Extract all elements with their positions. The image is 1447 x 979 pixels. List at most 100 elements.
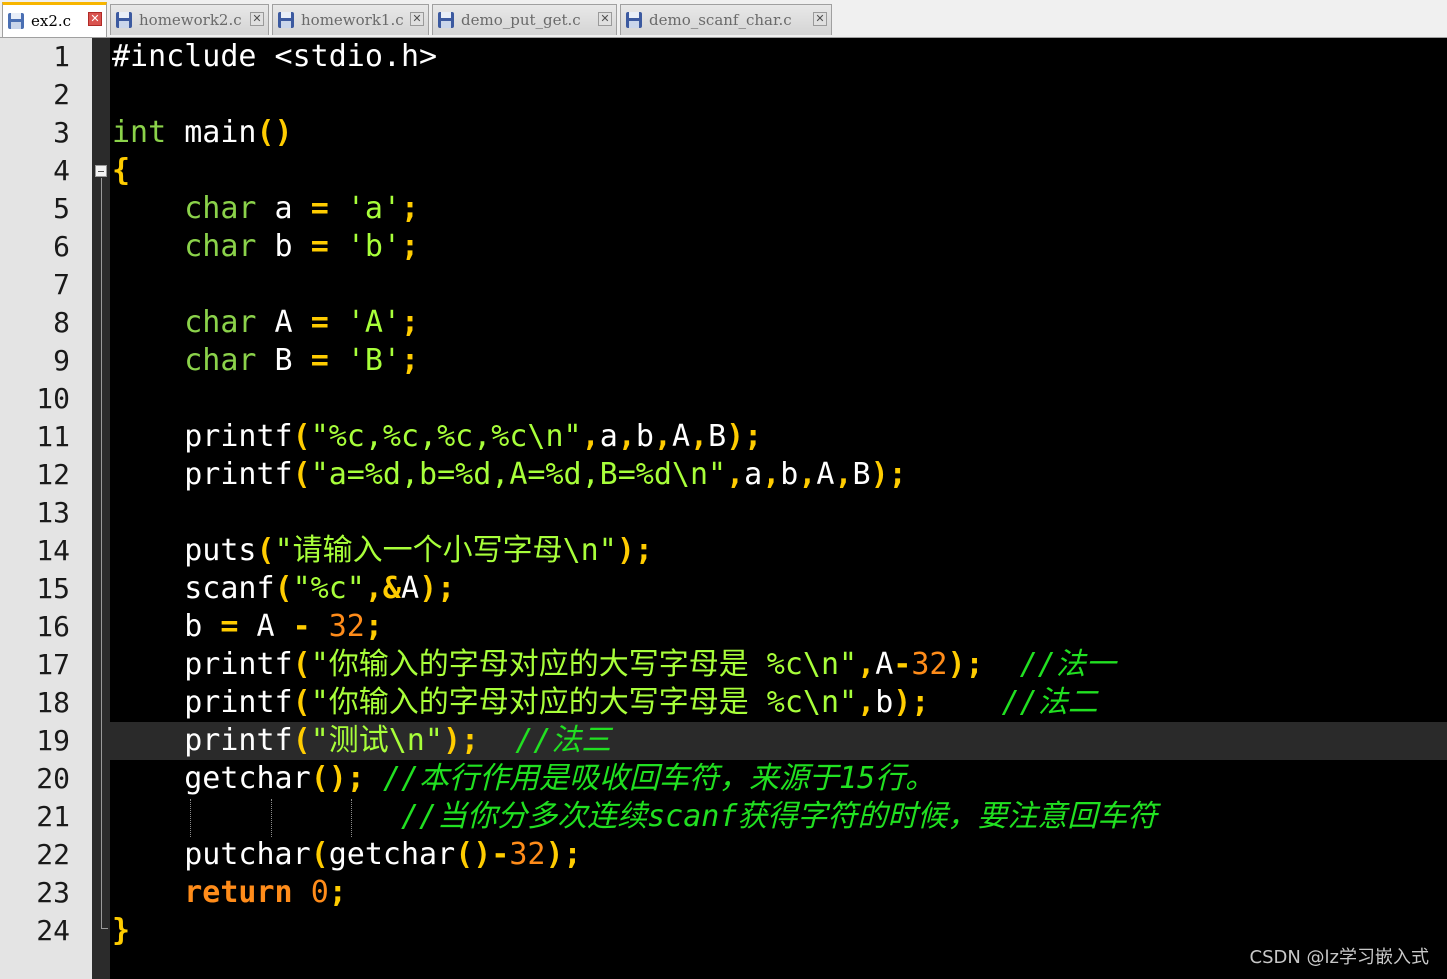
- code-line[interactable]: putchar(getchar()-32);: [112, 836, 581, 874]
- code-token-plain: a: [256, 191, 311, 226]
- fold-range-end: [101, 928, 108, 929]
- close-icon[interactable]: ✕: [250, 12, 264, 26]
- code-token-op: =: [220, 609, 239, 644]
- code-line[interactable]: printf("%c,%c,%c,%c\n",a,b,A,B);: [112, 418, 762, 456]
- code-token-str: 'B': [346, 343, 401, 378]
- code-token-num: 32: [328, 609, 365, 644]
- line-number: 22: [36, 838, 70, 871]
- code-token-str: "你输入的字母对应的大写字母是 %c\n": [310, 685, 858, 720]
- code-token-op: ();: [310, 761, 365, 796]
- code-token-op: );: [870, 457, 907, 492]
- tab-label: homework1.c: [301, 11, 404, 29]
- code-token-op: ,: [857, 685, 876, 720]
- close-icon[interactable]: ✕: [410, 12, 424, 26]
- code-token-type: char: [184, 191, 257, 226]
- code-token-op: =: [310, 191, 329, 226]
- code-line[interactable]: getchar(); //本行作用是吸收回车符，来源于15行。: [112, 760, 935, 798]
- code-line[interactable]: scanf("%c",&A);: [112, 570, 455, 608]
- code-token-op: ;: [401, 229, 420, 264]
- code-token-num: 32: [509, 837, 546, 872]
- close-icon[interactable]: ✕: [813, 12, 827, 26]
- code-token-plain: getchar: [112, 761, 311, 796]
- code-token-plain: A: [875, 647, 894, 682]
- code-line[interactable]: printf("a=%d,b=%d,A=%d,B=%d\n",a,b,A,B);: [112, 456, 907, 494]
- code-token-op: (: [292, 723, 311, 758]
- line-number: 2: [53, 78, 70, 111]
- code-token-op: );: [442, 723, 480, 758]
- code-editor[interactable]: #include <stdio.h> int main(){ char a = '…: [110, 38, 1447, 979]
- code-token-op: ,: [690, 419, 709, 454]
- code-line[interactable]: printf("你输入的字母对应的大写字母是 %c\n",b); //法二: [112, 684, 1098, 722]
- code-token-op: );: [726, 419, 763, 454]
- code-line[interactable]: printf("测试\n"); //法三: [112, 722, 611, 760]
- code-token-plain: A: [671, 419, 690, 454]
- line-number: 13: [36, 496, 70, 529]
- code-token-op: );: [893, 685, 930, 720]
- code-token-type: char: [184, 343, 257, 378]
- close-icon[interactable]: ✕: [88, 12, 102, 26]
- code-token-op: );: [419, 571, 456, 606]
- line-number: 15: [36, 572, 70, 605]
- code-token-str: 'A': [346, 305, 401, 340]
- code-token-cmt: //当你分多次连续scanf获得字符的时候，要注意回车符: [400, 799, 1158, 834]
- tab-label: demo_put_get.c: [461, 11, 581, 29]
- file-icon: [437, 11, 455, 29]
- code-line[interactable]: int main(): [112, 114, 293, 152]
- editor-window: ex2.c ✕ homework2.c ✕ homework1.c ✕ demo…: [0, 0, 1447, 979]
- code-line[interactable]: {: [112, 152, 130, 190]
- code-line[interactable]: //当你分多次连续scanf获得字符的时候，要注意回车符: [112, 798, 1157, 836]
- code-token-op: {: [112, 153, 131, 188]
- code-line[interactable]: }: [112, 912, 130, 950]
- code-token-plain: printf: [112, 723, 293, 758]
- line-number: 18: [36, 686, 70, 719]
- code-token-str: 'b': [346, 229, 401, 264]
- close-icon[interactable]: ✕: [598, 12, 612, 26]
- code-token-plain: A: [256, 305, 311, 340]
- tab-ex2-c[interactable]: ex2.c ✕: [2, 2, 107, 37]
- watermark: CSDN @lz学习嵌入式: [1249, 947, 1430, 968]
- fold-toggle-icon[interactable]: [95, 165, 107, 177]
- code-line[interactable]: char A = 'A';: [112, 304, 419, 342]
- code-token-plain: B: [852, 457, 871, 492]
- tab-homework1-c[interactable]: homework1.c ✕: [272, 4, 429, 35]
- code-line[interactable]: char a = 'a';: [112, 190, 419, 228]
- code-line[interactable]: puts("请输入一个小写字母\n");: [112, 532, 653, 570]
- code-token-plain: printf: [112, 419, 293, 454]
- line-number: 7: [53, 268, 70, 301]
- code-line[interactable]: char b = 'b';: [112, 228, 419, 266]
- tab-demo-put-get-c[interactable]: demo_put_get.c ✕: [432, 4, 617, 35]
- code-line[interactable]: char B = 'B';: [112, 342, 419, 380]
- code-token-op: ,: [726, 457, 745, 492]
- line-number: 11: [36, 420, 70, 453]
- code-token-type: char: [184, 305, 257, 340]
- code-token-plain: b: [780, 457, 799, 492]
- code-line[interactable]: return 0;: [112, 874, 347, 912]
- code-token-op: (: [310, 837, 329, 872]
- code-token-str: "你输入的字母对应的大写字母是 %c\n": [310, 647, 858, 682]
- code-line[interactable]: #include <stdio.h>: [112, 38, 437, 76]
- tab-bar: ex2.c ✕ homework2.c ✕ homework1.c ✕ demo…: [0, 0, 1447, 38]
- code-token-plain: scanf: [112, 571, 275, 606]
- tab-demo-scanf-char-c[interactable]: demo_scanf_char.c ✕: [620, 4, 832, 35]
- code-token-op: ;: [401, 191, 420, 226]
- code-line[interactable]: b = A - 32;: [112, 608, 383, 646]
- code-token-plain: printf: [112, 457, 293, 492]
- code-token-plain: printf: [112, 685, 293, 720]
- line-number: 9: [53, 344, 70, 377]
- code-line[interactable]: printf("你输入的字母对应的大写字母是 %c\n",A-32); //法一: [112, 646, 1116, 684]
- code-token-plain: b: [875, 685, 894, 720]
- tab-homework2-c[interactable]: homework2.c ✕: [110, 4, 269, 35]
- code-token-kw: return: [184, 875, 293, 910]
- code-token-cmt: //本行作用是吸收回车符，来源于15行。: [382, 761, 936, 796]
- code-token-plain: B: [256, 343, 311, 378]
- tab-label: ex2.c: [31, 12, 72, 30]
- saved-file-icon: [7, 12, 25, 30]
